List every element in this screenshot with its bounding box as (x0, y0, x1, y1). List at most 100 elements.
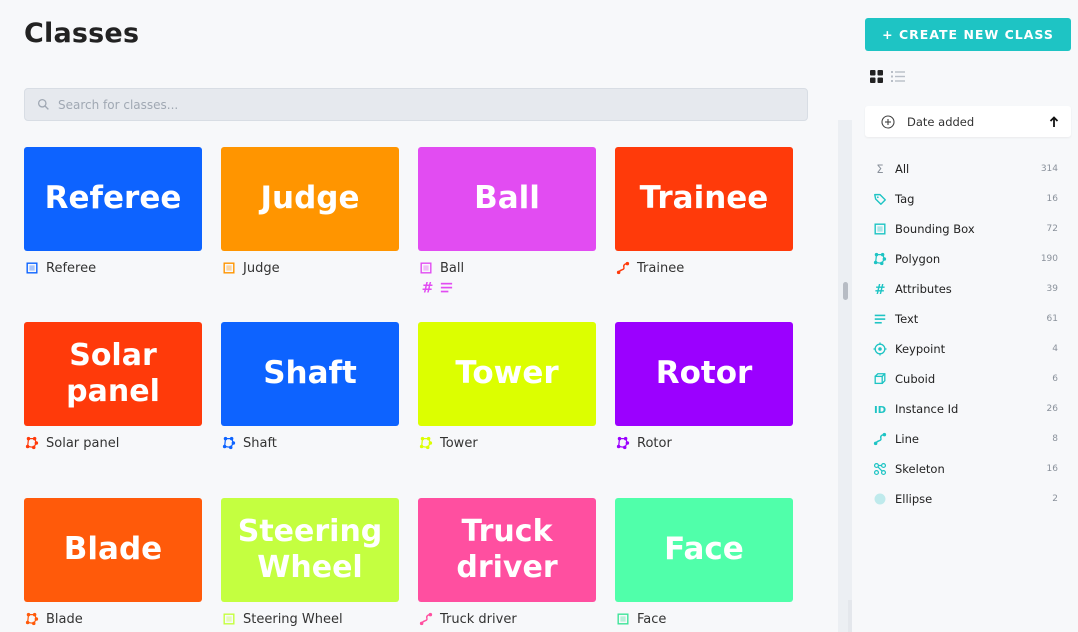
class-card[interactable]: Referee Referee (24, 147, 202, 276)
class-card[interactable]: Steering Wheel Steering Wheel (221, 498, 399, 627)
filter-item-bounding-box[interactable]: Bounding Box 72 (872, 214, 1058, 244)
class-meta: Truck driver (418, 611, 596, 627)
class-thumbnail[interactable]: Shaft (221, 322, 399, 426)
class-name[interactable]: Trainee (637, 261, 684, 276)
class-thumbnail[interactable]: Rotor (615, 322, 793, 426)
cuboid-icon (874, 373, 886, 385)
filter-count: 61 (1046, 314, 1058, 324)
sort-dropdown[interactable]: Date added (865, 106, 1071, 137)
class-card[interactable]: Judge Judge (221, 147, 399, 276)
view-toggle (870, 70, 905, 83)
class-meta: Referee (24, 260, 202, 276)
keypoint-icon (873, 342, 887, 356)
class-card[interactable]: Shaft Shaft (221, 322, 399, 451)
arrow-up-icon[interactable] (1049, 115, 1059, 128)
filter-label: Keypoint (895, 342, 946, 356)
class-name[interactable]: Blade (46, 612, 83, 627)
class-meta: Face (615, 611, 793, 627)
line-icon (616, 261, 630, 275)
sigma-icon: Σ (876, 162, 883, 176)
class-card[interactable]: Ball Ball # (418, 147, 596, 295)
page-title: Classes (24, 18, 140, 49)
instance-id-icon: ID (874, 405, 886, 416)
class-name[interactable]: Steering Wheel (243, 612, 343, 627)
create-new-class-button[interactable]: + CREATE NEW CLASS (865, 18, 1071, 51)
filter-count: 6 (1052, 374, 1058, 384)
class-thumbnail[interactable]: Steering Wheel (221, 498, 399, 602)
class-thumbnail[interactable]: Face (615, 498, 793, 602)
polygon-icon (419, 436, 433, 450)
filter-label: Line (895, 432, 919, 446)
class-name[interactable]: Tower (440, 436, 478, 451)
class-meta: Ball (418, 260, 596, 276)
search-bar[interactable] (24, 88, 808, 121)
classes-main: Classes RefereeRefereeJudgeJudgeBallBall… (0, 0, 838, 632)
filter-count: 4 (1052, 344, 1058, 354)
filter-count: 2 (1052, 494, 1058, 504)
class-thumbnail[interactable]: Truck driver (418, 498, 596, 602)
scrollbar-track[interactable]: » (838, 120, 864, 632)
ellipse-icon (874, 493, 886, 505)
class-meta: Trainee (615, 260, 793, 276)
grid-view-icon[interactable] (870, 70, 883, 83)
class-card[interactable]: Trainee Trainee (615, 147, 793, 276)
svg-text:ID: ID (874, 405, 886, 416)
sort-label: Date added (907, 114, 975, 129)
class-thumbnail[interactable]: Trainee (615, 147, 793, 251)
class-name[interactable]: Face (637, 612, 666, 627)
filter-item-polygon[interactable]: Polygon 190 (872, 244, 1058, 274)
class-name[interactable]: Rotor (637, 436, 672, 451)
class-name[interactable]: Shaft (243, 436, 277, 451)
attributes-icon: # (422, 281, 434, 295)
class-meta: Rotor (615, 435, 793, 451)
class-thumbnail[interactable]: Judge (221, 147, 399, 251)
tag-icon (874, 193, 886, 205)
class-meta: Judge (221, 260, 399, 276)
class-name[interactable]: Truck driver (440, 612, 517, 627)
filter-label: All (895, 162, 910, 176)
filter-item-line[interactable]: Line 8 (872, 424, 1058, 454)
class-card[interactable]: Face Face (615, 498, 793, 627)
class-card[interactable]: Tower Tower (418, 322, 596, 451)
polygon-icon (873, 252, 887, 266)
filter-item-keypoint[interactable]: Keypoint 4 (872, 334, 1058, 364)
filter-item-text[interactable]: Text 61 (872, 304, 1058, 334)
filter-count: 314 (1040, 164, 1058, 174)
polygon-icon (25, 612, 39, 626)
class-card[interactable]: Truck driver Truck driver (418, 498, 596, 627)
class-extra-icons: # (418, 280, 596, 295)
skeleton-icon (873, 462, 887, 476)
filter-item-ellipse[interactable]: Ellipse 2 (872, 484, 1058, 514)
filter-item-tag[interactable]: Tag 16 (872, 184, 1058, 214)
filter-item-cuboid[interactable]: Cuboid 6 (872, 364, 1058, 394)
filter-item-all[interactable]: Σ All 314 (872, 154, 1058, 184)
filter-item-instance-id[interactable]: ID Instance Id 26 (872, 394, 1058, 424)
filter-count: 8 (1052, 434, 1058, 444)
class-name[interactable]: Judge (243, 261, 280, 276)
class-thumbnail[interactable]: Referee (24, 147, 202, 251)
scrollbar-thumb[interactable] (843, 282, 848, 300)
class-card[interactable]: Solar panel Solar panel (24, 322, 202, 451)
filter-label: Skeleton (895, 462, 945, 476)
search-input[interactable] (58, 97, 758, 112)
filter-label: Polygon (895, 252, 941, 266)
class-name[interactable]: Ball (440, 261, 464, 276)
bounding-box-icon (223, 262, 235, 274)
filter-item-attributes[interactable]: # Attributes 39 (872, 274, 1058, 304)
class-card[interactable]: Rotor Rotor (615, 322, 793, 451)
class-meta: Shaft (221, 435, 399, 451)
class-card[interactable]: Blade Blade (24, 498, 202, 627)
add-circle-icon (881, 114, 895, 129)
class-thumbnail[interactable]: Solar panel (24, 322, 202, 426)
class-name[interactable]: Solar panel (46, 436, 119, 451)
class-thumbnail[interactable]: Tower (418, 322, 596, 426)
filter-label: Bounding Box (895, 222, 975, 236)
svg-text:Σ: Σ (876, 162, 883, 176)
class-thumbnail[interactable]: Blade (24, 498, 202, 602)
class-meta: Solar panel (24, 435, 202, 451)
class-thumbnail[interactable]: Ball (418, 147, 596, 251)
bounding-box-icon (874, 223, 886, 235)
class-name[interactable]: Referee (46, 261, 96, 276)
filter-item-skeleton[interactable]: Skeleton 16 (872, 454, 1058, 484)
list-view-icon[interactable] (891, 70, 905, 83)
